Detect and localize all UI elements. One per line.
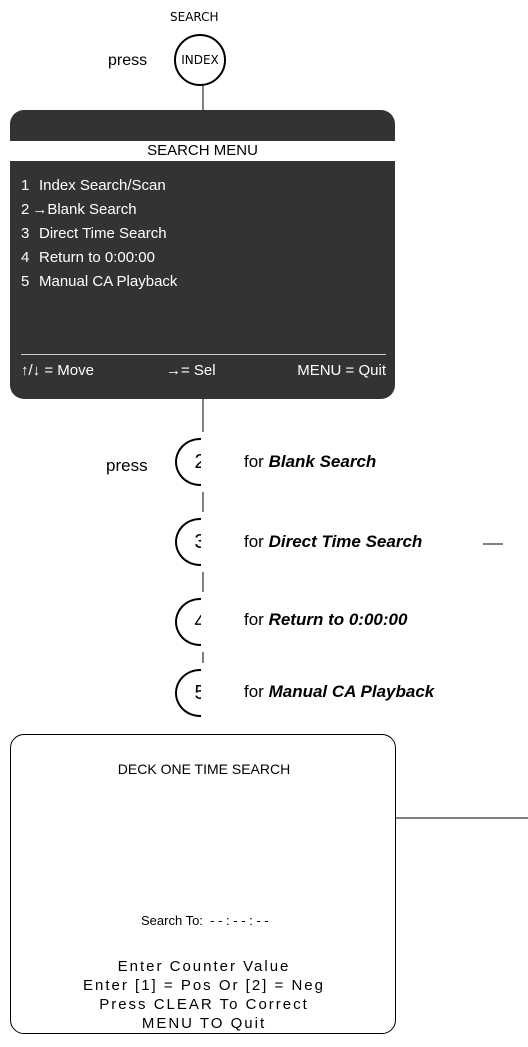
search-key-caption: SEARCH: [170, 10, 219, 24]
search-to-row: Search To: - - : - - : - -: [141, 913, 269, 928]
menu-item[interactable]: 2 →Blank Search: [21, 201, 137, 218]
index-key-label: INDEX: [181, 53, 219, 67]
connector-index-to-menu: [202, 86, 204, 110]
menu-item[interactable]: 5 Manual CA Playback: [21, 273, 177, 290]
menu-item[interactable]: 1 Index Search/Scan: [21, 177, 166, 194]
menu-item-number: 2: [21, 201, 30, 218]
key-5-cutaway: [201, 663, 231, 723]
selection-arrow-icon: →: [32, 201, 48, 218]
menu-item[interactable]: 4 Return to 0:00:00: [21, 249, 155, 266]
deck-screen-title: DECK ONE TIME SEARCH: [117, 761, 291, 777]
quit-hint: MENU = Quit: [297, 362, 386, 379]
key-5-description: for Manual CA Playback: [244, 682, 434, 702]
menu-item-label: Index Search/Scan: [39, 177, 166, 194]
key-3-cutaway: [201, 512, 231, 572]
menu-item-label: Manual CA Playback: [39, 273, 178, 290]
key-4-description: for Return to 0:00:00: [244, 610, 407, 630]
menu-item-number: 1: [21, 177, 30, 194]
menu-item-label: Direct Time Search: [39, 225, 167, 242]
for-label: for: [244, 452, 264, 471]
index-key[interactable]: INDEX: [174, 34, 226, 86]
menu-item-label: Return to 0:00:00: [39, 249, 155, 266]
for-label: for: [244, 682, 264, 701]
press-label: press: [108, 52, 148, 69]
key-3-description: for Direct Time Search: [244, 532, 422, 552]
move-hint: ↑/↓ = Move: [21, 362, 94, 379]
menu-item-label: Blank Search: [47, 201, 137, 218]
connector-deck-right: [396, 817, 528, 819]
deck-time-search-screen: DECK ONE TIME SEARCH Search To: - - : - …: [10, 734, 396, 1034]
menu-item-number: 5: [21, 273, 30, 290]
for-label: for: [244, 610, 264, 629]
menu-item-number: 4: [21, 249, 30, 266]
blank-search-label: Blank Search: [268, 452, 377, 471]
manual-ca-playback-label: Manual CA Playback: [268, 682, 435, 701]
key-4-cutaway: [201, 592, 231, 652]
press-label: press: [106, 456, 148, 475]
instruction-line: Enter [1] = Pos Or [2] = Neg: [83, 977, 325, 994]
instruction-line: Enter Counter Value: [117, 958, 291, 975]
menu-item-number: 3: [21, 225, 30, 242]
search-to-label: Search To:: [141, 913, 203, 928]
menu-divider: [21, 354, 386, 355]
menu-title: SEARCH MENU: [10, 141, 395, 161]
connector-key3-right: [483, 543, 503, 545]
key-2-cutaway: [201, 432, 231, 492]
return-to-zero-label: Return to 0:00:00: [268, 610, 408, 629]
for-label: for: [244, 532, 264, 551]
direct-time-search-label: Direct Time Search: [268, 532, 423, 551]
instruction-line: MENU TO Quit: [141, 1015, 267, 1032]
key-2-description: for Blank Search: [244, 452, 376, 472]
search-to-value: - - : - - : - -: [210, 913, 269, 928]
select-hint: →= Sel: [166, 362, 216, 379]
instruction-line: Press CLEAR To Correct: [99, 996, 309, 1013]
menu-item[interactable]: 3 Direct Time Search: [21, 225, 167, 242]
search-menu-screen: SEARCH MENU 1 Index Search/Scan 2 →Blank S…: [10, 110, 395, 399]
